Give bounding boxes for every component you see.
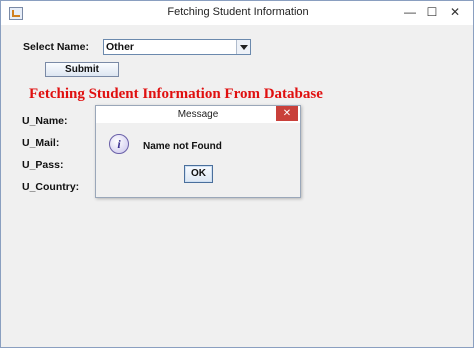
info-icon: i [109, 134, 129, 154]
name-select[interactable]: Other [103, 39, 251, 55]
dialog-message: Name not Found [143, 141, 222, 152]
maximize-button[interactable]: ☐ [424, 5, 440, 19]
dialog-close-button[interactable]: ✕ [276, 106, 298, 121]
u-pass-label: U_Pass: [22, 159, 64, 171]
chevron-down-icon[interactable] [236, 40, 250, 54]
select-name-label: Select Name: [23, 41, 89, 53]
dialog-title: Message [177, 109, 219, 120]
minimize-button[interactable]: — [402, 5, 418, 19]
u-mail-label: U_Mail: [22, 137, 60, 149]
u-name-label: U_Name: [22, 115, 68, 127]
message-dialog: Message ✕ i Name not Found OK [95, 105, 301, 198]
u-country-label: U_Country: [22, 181, 80, 193]
main-window: Fetching Student Information — ☐ ✕ Selec… [0, 0, 474, 348]
dialog-title-bar[interactable]: Message ✕ [96, 106, 300, 123]
name-select-value: Other [106, 41, 135, 53]
close-button[interactable]: ✕ [447, 5, 463, 19]
ok-button[interactable]: OK [184, 165, 213, 183]
page-heading: Fetching Student Information From Databa… [29, 86, 323, 102]
title-bar[interactable]: Fetching Student Information — ☐ ✕ [1, 1, 473, 25]
submit-button[interactable]: Submit [45, 62, 119, 77]
